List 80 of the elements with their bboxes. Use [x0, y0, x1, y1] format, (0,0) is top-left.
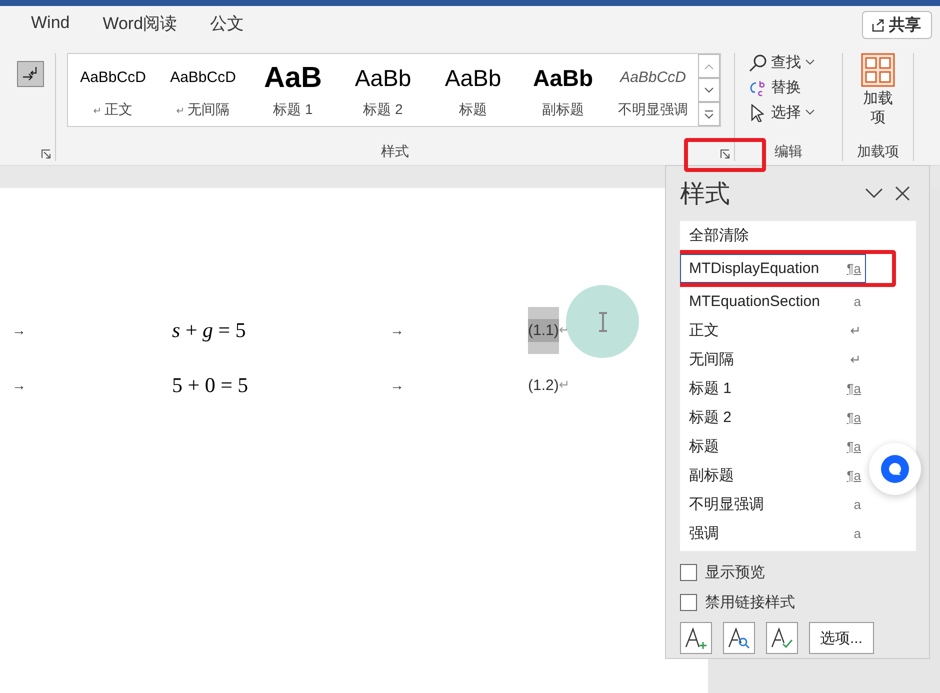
options-button[interactable]: 选项...	[809, 622, 874, 654]
style-list-item[interactable]: MTDisplayEquation ¶a	[680, 254, 866, 283]
equation-number: (1.2)	[528, 376, 559, 396]
group-label: 加载项	[857, 143, 899, 161]
text-cursor-icon	[598, 312, 608, 332]
style-list-item[interactable]: 副标题 ¶a	[680, 461, 866, 490]
checkbox[interactable]	[680, 564, 697, 580]
grid-icon	[861, 53, 895, 87]
style-gallery-item[interactable]: AaBb 标题 2	[338, 54, 428, 126]
ribbon-tab[interactable]: Wind	[31, 13, 70, 38]
style-list-item[interactable]: 不明显强调 a	[680, 490, 866, 519]
manage-styles-button[interactable]	[766, 622, 798, 654]
chevron-down-icon	[704, 86, 714, 94]
editing-button[interactable]: 选择	[749, 103, 815, 122]
style-type-mark: ¶a	[846, 468, 861, 483]
style-type-mark: a	[854, 526, 861, 541]
replace-icon	[749, 78, 767, 96]
style-type-mark: ¶a	[846, 381, 861, 396]
dialog-launcher-icon[interactable]	[720, 149, 730, 159]
style-list-item[interactable]: 无间隔 ↵	[680, 345, 866, 374]
tab-mark: →	[390, 377, 405, 393]
share-button[interactable]: 共享	[862, 11, 932, 39]
dialog-launcher-icon[interactable]	[41, 149, 51, 159]
checkbox-option[interactable]: 显示预览	[680, 557, 916, 587]
tab-mark: →	[12, 322, 24, 338]
style-gallery-item[interactable]: AaBb 标题	[428, 54, 518, 126]
caret-icon	[805, 109, 815, 116]
editing-button[interactable]: 替换	[749, 78, 815, 97]
style-list-item[interactable]: 全部清除	[680, 221, 866, 250]
share-icon	[871, 18, 885, 32]
letter-magnifier-icon	[727, 626, 751, 650]
style-list-item[interactable]: 标题 1 ¶a	[680, 374, 866, 403]
scroll-down-button[interactable]	[698, 78, 720, 102]
style-type-mark: ↵	[850, 322, 861, 338]
style-type-mark: ¶a	[846, 439, 861, 454]
group-label: 样式	[381, 143, 409, 161]
search-icon	[749, 54, 767, 72]
style-gallery-item[interactable]: AaBbCcD ↵ 无间隔	[158, 54, 248, 126]
style-list-item[interactable]: 强调 a	[680, 519, 866, 548]
style-list-item[interactable]: 正文 ↵	[680, 316, 866, 345]
style-list-item[interactable]: 标题 ¶a	[680, 432, 866, 461]
equation: s + g = 5	[171, 318, 247, 342]
style-gallery-item[interactable]: AaBbCcD ↵ 正文	[68, 54, 158, 126]
new-style-button[interactable]	[680, 622, 712, 654]
equation-number: (1.1)	[528, 318, 559, 342]
addins-button[interactable]: 加载项	[858, 53, 898, 143]
chat-bubble-icon	[880, 454, 910, 484]
style-type-mark: ↵	[850, 352, 861, 368]
letter-check-icon	[770, 626, 794, 650]
caret-icon	[805, 59, 815, 66]
style-type-mark: ¶a	[846, 410, 861, 425]
style-type-mark: ¶a	[846, 261, 861, 276]
checkbox-option[interactable]: 禁用链接样式	[680, 587, 916, 617]
checkbox[interactable]	[680, 594, 697, 610]
editing-button[interactable]: 查找	[749, 53, 815, 72]
style-gallery-item[interactable]: AaBb 副标题	[518, 54, 608, 126]
close-icon	[895, 186, 910, 201]
letter-plus-icon	[684, 626, 708, 650]
cursor-icon	[749, 104, 767, 122]
chevron-down-icon	[865, 188, 883, 199]
arrow-return-icon	[22, 66, 40, 82]
paragraph-mark: ↵	[558, 377, 570, 393]
ribbon-tab[interactable]: Word阅读	[102, 12, 178, 40]
group-label: 编辑	[774, 143, 802, 161]
style-type-mark: a	[854, 294, 861, 309]
equation: 5 + 0 = 5	[171, 372, 250, 398]
style-list-item[interactable]: 标题 2 ¶a	[680, 403, 866, 432]
style-type-mark: a	[854, 497, 861, 512]
tab-mark: →	[390, 322, 405, 338]
ribbon-tab[interactable]: 公文	[210, 12, 244, 40]
style-list-item[interactable]: MTEquationSection a	[680, 287, 866, 316]
chevron-up-icon	[704, 62, 714, 70]
expand-gallery-button[interactable]	[698, 102, 720, 126]
toggle-button[interactable]	[17, 61, 44, 87]
expand-icon	[704, 110, 714, 118]
style-inspector-button[interactable]	[723, 622, 755, 654]
tab-mark: →	[12, 377, 24, 393]
pane-title: 样式	[680, 179, 731, 210]
style-gallery-item[interactable]: AaBbCcD 不明显强调	[608, 54, 698, 126]
style-gallery-item[interactable]: AaB 标题 1	[248, 54, 338, 126]
